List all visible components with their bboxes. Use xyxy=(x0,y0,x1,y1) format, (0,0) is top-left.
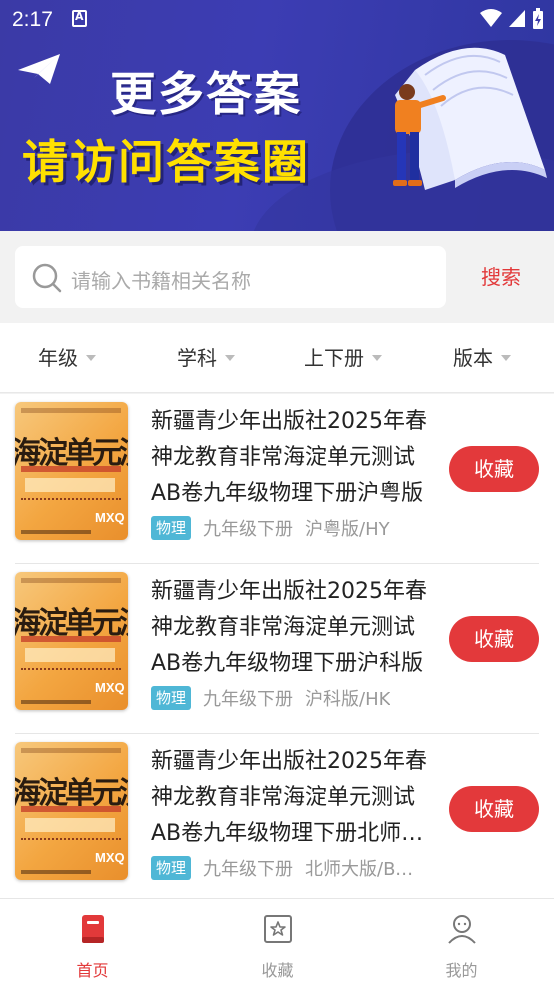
grade-text: 九年级下册 xyxy=(203,859,294,880)
subject-tag: 物理 xyxy=(151,516,192,540)
status-bar: 2:17 xyxy=(0,0,554,40)
cover-dots xyxy=(21,498,121,506)
filter-subject[interactable]: 学科 xyxy=(177,323,235,393)
search-placeholder: 请输入书籍相关名称 xyxy=(71,269,251,293)
edition-text: 沪科版/HK xyxy=(305,689,391,710)
book-title[interactable]: 新疆青少年出版社2025年春神龙教育非常海淀单元测试AB卷九年级物理下册沪粤版 xyxy=(151,404,436,512)
caret-down-icon xyxy=(225,354,235,361)
paper-plane-icon xyxy=(18,54,60,84)
banner-headline: 更多答案 xyxy=(110,67,302,121)
notification-icon xyxy=(72,10,87,27)
cover-band xyxy=(25,648,115,662)
book-meta: 物理 九年级下册 北师大版/BS... xyxy=(151,855,423,881)
book-meta: 物理 九年级下册 沪粤版/HY xyxy=(151,515,390,541)
list-item[interactable]: 海淀单元测试AB MXQ 新疆青少年出版社2025年春神龙教育非常海淀单元测试A… xyxy=(0,734,554,898)
signal-icon xyxy=(508,10,525,27)
list-item[interactable]: 海淀单元测试AB MXQ 新疆青少年出版社2025年春神龙教育非常海淀单元测试A… xyxy=(0,394,554,564)
cover-stripe xyxy=(21,748,121,753)
edition-text: 北师大版/BS... xyxy=(305,859,424,880)
nav-mine-label: 我的 xyxy=(445,961,478,980)
book-cover[interactable]: 海淀单元测试AB MXQ xyxy=(15,402,128,540)
book-meta: 物理 九年级下册 沪科版/HK xyxy=(151,685,390,711)
grade-text: 九年级下册 xyxy=(203,689,294,710)
cover-watermark: MXQ xyxy=(95,850,125,865)
filter-bar: 年级 学科 上下册 版本 xyxy=(0,323,554,393)
cover-band xyxy=(21,636,121,642)
cover-stripe xyxy=(21,578,121,583)
cover-stripe xyxy=(21,408,121,413)
wifi-icon xyxy=(479,9,502,27)
cover-dots xyxy=(21,668,121,676)
filter-label: 上下册 xyxy=(304,346,364,370)
favorite-button[interactable]: 收藏 xyxy=(449,446,539,492)
cover-watermark: MXQ xyxy=(95,510,125,525)
cover-band xyxy=(21,806,121,812)
list-item[interactable]: 海淀单元测试AB MXQ 新疆青少年出版社2025年春神龙教育非常海淀单元测试A… xyxy=(0,564,554,734)
filter-label: 年级 xyxy=(38,346,78,370)
banner-subheadline: 请访问答案圈 xyxy=(22,135,310,189)
cover-band xyxy=(25,818,115,832)
cover-dots xyxy=(21,838,121,846)
cover-base xyxy=(21,530,91,534)
caret-down-icon xyxy=(501,354,511,361)
book-list[interactable]: 海淀单元测试AB MXQ 新疆青少年出版社2025年春神龙教育非常海淀单元测试A… xyxy=(0,394,554,898)
nav-mine[interactable]: 我的 xyxy=(369,899,554,985)
filter-label: 版本 xyxy=(453,346,493,370)
filter-label: 学科 xyxy=(177,346,217,370)
cover-base xyxy=(21,870,91,874)
favorite-button[interactable]: 收藏 xyxy=(449,616,539,662)
search-button[interactable]: 搜索 xyxy=(466,261,536,290)
book-cover[interactable]: 海淀单元测试AB MXQ xyxy=(15,742,128,880)
filter-edition[interactable]: 版本 xyxy=(453,323,511,393)
nav-home[interactable]: 首页 xyxy=(0,899,185,985)
cover-watermark: MXQ xyxy=(95,680,125,695)
book-cover[interactable]: 海淀单元测试AB MXQ xyxy=(15,572,128,710)
caret-down-icon xyxy=(372,354,382,361)
open-book-illustration xyxy=(393,47,547,190)
battery-icon xyxy=(533,8,543,29)
grade-text: 九年级下册 xyxy=(203,519,294,540)
nav-home-label: 首页 xyxy=(76,961,109,980)
favorite-button[interactable]: 收藏 xyxy=(449,786,539,832)
subject-tag: 物理 xyxy=(151,686,192,710)
nav-favorites[interactable]: 收藏 xyxy=(185,899,370,985)
cover-band xyxy=(25,478,115,492)
status-icons xyxy=(479,8,544,30)
star-box-icon xyxy=(264,915,292,943)
book-title[interactable]: 新疆青少年出版社2025年春神龙教育非常海淀单元测试AB卷九年级物理下册沪科版 xyxy=(151,574,436,682)
caret-down-icon xyxy=(86,354,96,361)
edition-text: 沪粤版/HY xyxy=(305,519,390,540)
nav-favorites-label: 收藏 xyxy=(261,961,294,980)
search-input[interactable]: 请输入书籍相关名称 xyxy=(15,246,446,308)
cover-band xyxy=(21,466,121,472)
book-title[interactable]: 新疆青少年出版社2025年春神龙教育非常海淀单元测试AB卷九年级物理下册北师大版 xyxy=(151,744,436,852)
search-icon xyxy=(32,263,62,293)
status-time: 2:17 xyxy=(12,8,53,31)
bottom-navigation: 首页 收藏 我的 xyxy=(0,898,554,985)
subject-tag: 物理 xyxy=(151,856,192,880)
top-banner[interactable]: 2:17 更多答案 请访问答案圈 xyxy=(0,0,554,231)
person-icon xyxy=(448,915,476,944)
filter-grade[interactable]: 年级 xyxy=(38,323,96,393)
search-bar: 请输入书籍相关名称 搜索 xyxy=(0,231,554,323)
cover-base xyxy=(21,700,91,704)
filter-volume[interactable]: 上下册 xyxy=(304,323,382,393)
book-icon xyxy=(82,915,104,943)
